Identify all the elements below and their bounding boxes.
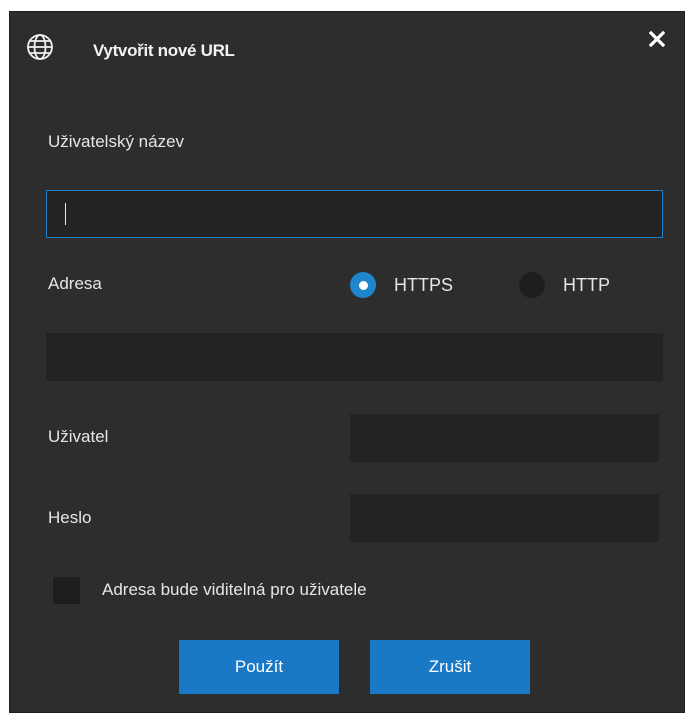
address-label: Adresa xyxy=(48,274,102,293)
create-url-dialog: Vytvořit nové URL Uživatelský název Adre… xyxy=(9,11,685,713)
globe-icon xyxy=(26,33,54,61)
cancel-button[interactable]: Zrušit xyxy=(370,640,530,694)
radio-checked-icon[interactable] xyxy=(350,272,376,298)
text-caret xyxy=(65,203,66,225)
radio-unchecked-icon[interactable] xyxy=(519,272,545,298)
display-name-input[interactable] xyxy=(46,190,663,238)
radio-https[interactable]: HTTPS xyxy=(350,272,453,298)
display-name-label: Uživatelský název xyxy=(48,132,185,151)
user-input[interactable] xyxy=(350,414,659,462)
radio-http[interactable]: HTTP xyxy=(519,272,610,298)
radio-http-label: HTTP xyxy=(563,274,610,295)
radio-https-label: HTTPS xyxy=(394,274,454,295)
apply-button[interactable]: Použít xyxy=(179,640,339,694)
close-icon[interactable] xyxy=(644,26,670,52)
dialog-title: Vytvořit nové URL xyxy=(93,41,235,60)
dialog-titlebar: Vytvořit nové URL xyxy=(10,12,684,82)
password-input[interactable] xyxy=(350,494,659,542)
visible-to-user-checkbox[interactable] xyxy=(53,577,80,604)
password-label: Heslo xyxy=(48,508,92,527)
user-label: Uživatel xyxy=(48,427,109,446)
visible-to-user-label: Adresa bude viditelná pro uživatele xyxy=(102,580,367,599)
address-input[interactable] xyxy=(46,333,663,381)
